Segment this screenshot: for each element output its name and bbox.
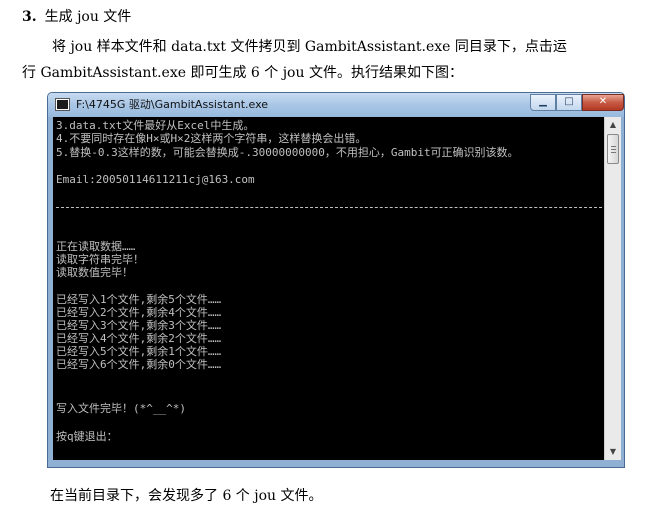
paragraph-line-1: 将 jou 样本文件和 data.txt 文件拷贝到 GambitAssista… — [52, 39, 567, 55]
paragraph-line-2: 行 GambitAssistant.exe 即可生成 6 个 jou 文件。执行… — [22, 65, 463, 81]
close-icon: ✕ — [598, 96, 608, 107]
console-line: 已经写入6个文件,剩余0个文件…… — [56, 358, 222, 371]
console-line-prompt: 按q键退出： — [56, 430, 118, 443]
console-line: 已经写入1个文件,剩余5个文件…… — [56, 293, 222, 306]
console-line: 读取数值完毕！ — [56, 266, 133, 279]
minimize-icon: ▁ — [539, 96, 547, 107]
console-separator — [56, 207, 602, 208]
section-heading: 3. 生成 jou 文件 — [22, 7, 131, 27]
grip-line — [611, 152, 616, 153]
console-line: 已经写入5个文件,剩余1个文件…… — [56, 345, 222, 358]
console-line: 读取字符串完毕！ — [56, 253, 144, 266]
maximize-icon: □ — [564, 96, 574, 107]
scrollbar-thumb[interactable] — [607, 134, 619, 164]
console-output[interactable]: 3.data.txt文件最好从Excel中生成。 4.不要同时存在像H×或H×2… — [53, 117, 604, 460]
console-window: F:\4745G 驱动\GambitAssistant.exe ▁ □ ✕ 3.… — [47, 92, 625, 468]
section-title: 生成 jou 文件 — [44, 9, 132, 25]
grip-line — [611, 149, 616, 150]
paragraph-line-3: 在当前目录下，会发现多了 6 个 jou 文件。 — [50, 488, 323, 504]
console-line: 正在读取数据…… — [56, 240, 136, 253]
console-line: 已经写入3个文件,剩余3个文件…… — [56, 319, 222, 332]
console-line: 4.不要同时存在像H×或H×2这样两个字符串，这样替换会出错。 — [56, 132, 367, 145]
console-line: 已经写入2个文件,剩余4个文件…… — [56, 306, 222, 319]
scroll-up-icon[interactable]: ▲ — [605, 117, 621, 133]
window-titlebar[interactable]: F:\4745G 驱动\GambitAssistant.exe ▁ □ ✕ — [48, 93, 624, 117]
console-line: 已经写入4个文件,剩余2个文件…… — [56, 332, 222, 345]
console-line: 写入文件完毕！(*^__^*) — [56, 402, 186, 415]
grip-line — [611, 146, 616, 147]
vertical-scrollbar[interactable]: ▲ ▼ — [604, 117, 621, 460]
section-number: 3. — [22, 9, 37, 25]
maximize-button[interactable]: □ — [556, 94, 582, 111]
window-title: F:\4745G 驱动\GambitAssistant.exe — [76, 98, 269, 111]
console-app-icon — [55, 98, 70, 111]
console-line: 3.data.txt文件最好从Excel中生成。 — [56, 119, 255, 132]
minimize-button[interactable]: ▁ — [530, 94, 556, 111]
console-line: 5.替换-0.3这样的数，可能会替换成-.30000000000，不用担心，Ga… — [56, 146, 519, 159]
close-button[interactable]: ✕ — [582, 94, 624, 111]
console-line-email: Email:20050114611211cj@163.com — [56, 173, 255, 186]
scroll-down-icon[interactable]: ▼ — [605, 444, 621, 460]
